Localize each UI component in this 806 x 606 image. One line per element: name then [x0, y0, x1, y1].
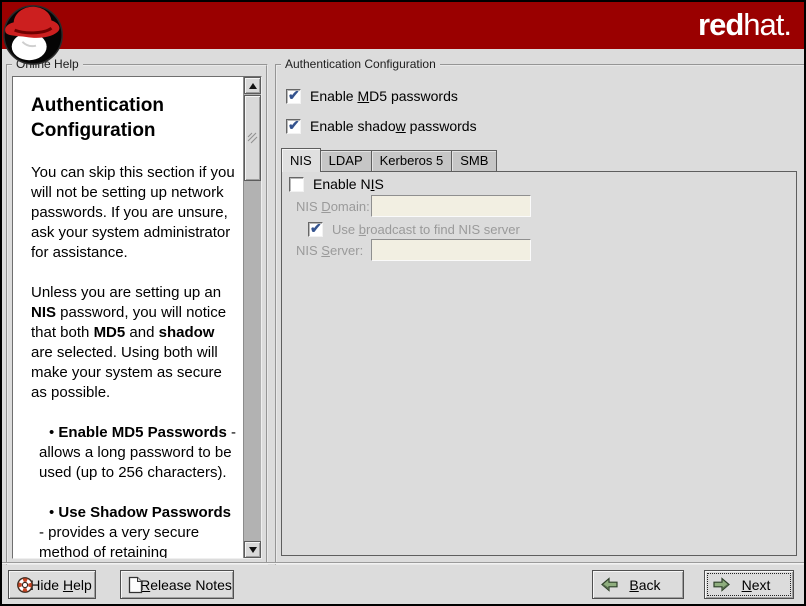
- help-paragraphs: You can skip this section if you will no…: [25, 163, 239, 558]
- scrollbar-thumb[interactable]: [244, 95, 261, 181]
- broadcast-label: Use broadcast to find NIS server: [332, 222, 520, 237]
- help-paragraph: Unless you are setting up an NIS passwor…: [31, 283, 239, 403]
- redhat-shadowman-icon: [3, 3, 67, 67]
- lifebuoy-icon: [16, 576, 34, 594]
- up-triangle-icon: [249, 79, 257, 89]
- thumb-grip-icon: [247, 132, 258, 145]
- release-notes-button[interactable]: Release Notes: [120, 570, 234, 599]
- shadow-checkbox-label: Enable shadow passwords: [310, 118, 477, 134]
- nis-server-label: NIS Server:: [296, 243, 363, 258]
- back-label: Back: [629, 577, 660, 593]
- scroll-up-button[interactable]: [244, 77, 261, 94]
- help-scrollbar[interactable]: [243, 77, 261, 558]
- wordmark-red: red: [698, 7, 743, 42]
- help-paragraph: You can skip this section if you will no…: [31, 163, 239, 263]
- nis-domain-input: [371, 195, 531, 217]
- shadow-checkbox[interactable]: [286, 119, 301, 134]
- online-help-frame: Online Help Authentication Configuration…: [6, 64, 268, 565]
- installer-window: redhat. Online Help Authentication Confi…: [0, 0, 806, 606]
- back-button[interactable]: Back: [592, 570, 684, 599]
- tab-ldap[interactable]: LDAP: [321, 150, 372, 171]
- hide-help-button[interactable]: Hide Help: [8, 570, 96, 599]
- enable-nis-label: Enable NIS: [313, 176, 384, 192]
- broadcast-checkbox: [308, 222, 323, 237]
- next-label: Next: [742, 577, 771, 593]
- enable-shadow-row[interactable]: Enable shadow passwords: [286, 118, 477, 134]
- next-arrow-icon: [712, 577, 731, 592]
- redhat-wordmark: redhat.: [698, 7, 791, 43]
- help-viewport: Authentication Configuration You can ski…: [12, 76, 262, 559]
- wordmark-dot: .: [783, 7, 791, 42]
- enable-nis-checkbox[interactable]: [289, 177, 304, 192]
- help-paragraph: • Use Shadow Passwords - provides a very…: [31, 503, 239, 558]
- tab-smb[interactable]: SMB: [452, 150, 497, 171]
- title-bar: [2, 2, 804, 49]
- broadcast-row: Use broadcast to find NIS server: [308, 222, 520, 237]
- nis-server-input: [371, 239, 531, 261]
- enable-md5-row[interactable]: Enable MD5 passwords: [286, 88, 458, 104]
- next-button[interactable]: Next: [704, 570, 794, 599]
- scroll-down-button[interactable]: [244, 541, 261, 558]
- auth-config-frame: Authentication Configuration Enable MD5 …: [275, 64, 806, 565]
- footer-separator: [2, 562, 804, 564]
- nis-tab-panel: Enable NIS NIS Domain: Use broadcast to …: [281, 171, 797, 556]
- tab-kerberos5[interactable]: Kerberos 5: [372, 150, 453, 171]
- md5-checkbox-label: Enable MD5 passwords: [310, 88, 458, 104]
- release-notes-label: Release Notes: [140, 577, 232, 593]
- hide-help-label: Hide Help: [30, 577, 92, 593]
- document-icon: [128, 576, 143, 594]
- auth-tab-bar: NIS LDAP Kerberos 5 SMB: [281, 148, 497, 172]
- help-paragraph: • Enable MD5 Passwords - allows a long p…: [31, 423, 239, 483]
- nis-domain-label: NIS Domain:: [296, 199, 370, 214]
- down-triangle-icon: [249, 547, 257, 557]
- md5-checkbox[interactable]: [286, 89, 301, 104]
- auth-config-frame-label: Authentication Configuration: [281, 57, 440, 71]
- tab-nis[interactable]: NIS: [281, 148, 321, 172]
- help-body: Authentication Configuration You can ski…: [13, 77, 243, 558]
- wordmark-hat: hat: [743, 7, 783, 42]
- help-title: Authentication Configuration: [31, 93, 239, 143]
- back-arrow-icon: [600, 577, 619, 592]
- enable-nis-row[interactable]: Enable NIS: [289, 176, 384, 192]
